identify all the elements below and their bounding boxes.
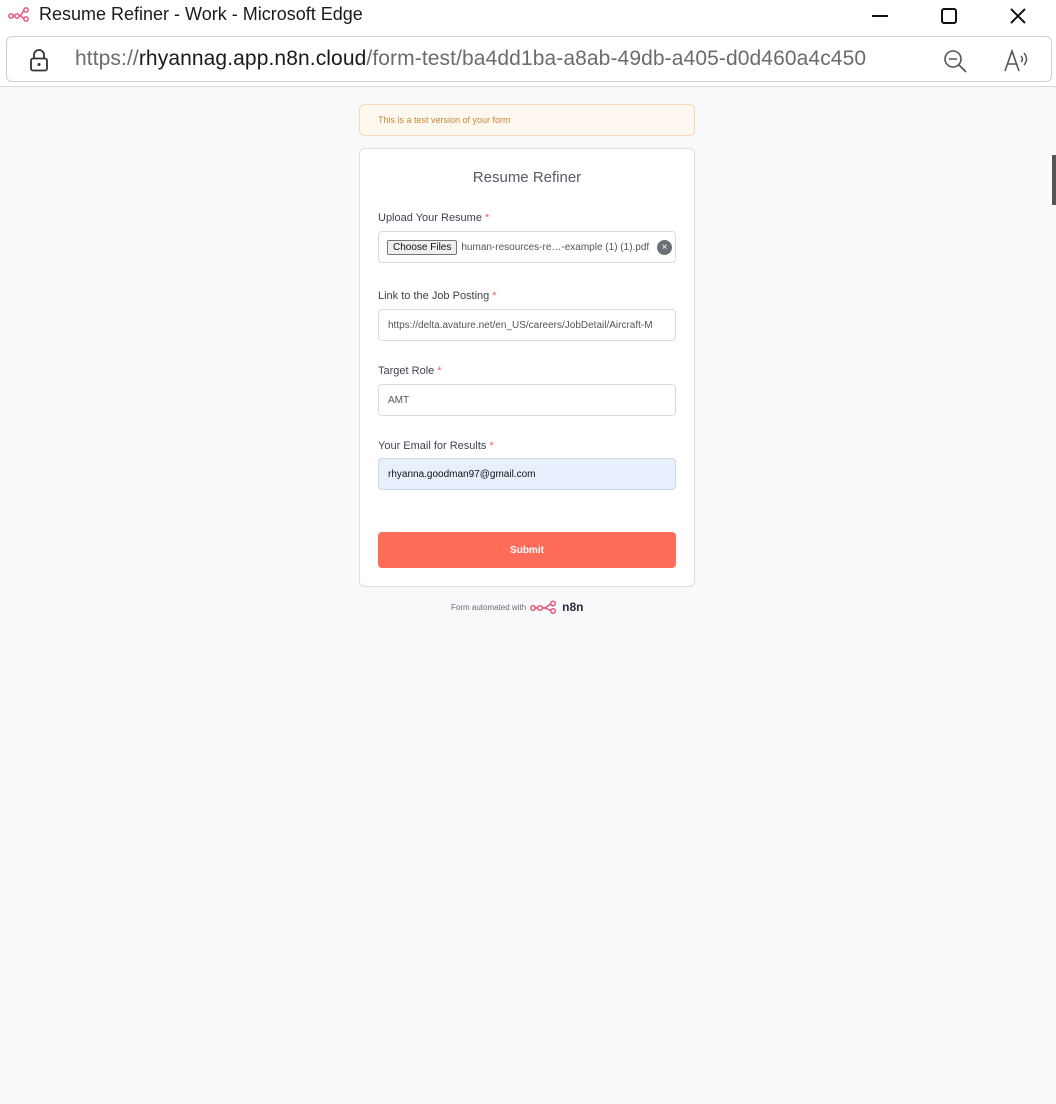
form-footer: Form automated with n8n <box>451 598 583 616</box>
form-title: Resume Refiner <box>472 169 582 186</box>
email-label-text: Your Email for Results <box>378 440 487 452</box>
address-bar: https://rhyannag.app.n8n.cloud/form-test… <box>0 32 1056 87</box>
read-aloud-icon[interactable] <box>1002 47 1030 75</box>
choose-files-button[interactable]: Choose Files <box>387 239 458 255</box>
maximize-button[interactable] <box>915 0 983 32</box>
clear-file-icon[interactable]: × <box>657 240 672 255</box>
email-label: Your Email for Results * <box>378 440 494 452</box>
url-host: rhyannag.app.n8n.cloud <box>138 47 367 70</box>
footer-text: Form automated with <box>451 602 527 612</box>
close-icon <box>1010 8 1026 24</box>
window-title-bar: Resume Refiner - Work - Microsoft Edge <box>0 0 1056 32</box>
required-mark: * <box>437 365 442 377</box>
job-posting-link-input[interactable]: https://delta.avature.net/en_US/careers/… <box>378 309 676 341</box>
window-title: Resume Refiner - Work - Microsoft Edge <box>39 4 363 24</box>
target-role-label: Target Role * <box>378 365 442 377</box>
scrollbar-thumb[interactable] <box>1052 155 1056 205</box>
footer-brand[interactable]: n8n <box>562 600 583 614</box>
upload-resume-label: Upload Your Resume * <box>378 212 489 224</box>
required-mark: * <box>484 212 490 224</box>
required-mark: * <box>492 290 497 302</box>
url-path: /form-test/ba4dd1ba-a8ab-49db-a405-d0d46… <box>366 47 867 70</box>
maximize-icon <box>941 8 957 24</box>
upload-resume-label-text: Upload Your Resume <box>378 212 482 224</box>
n8n-logo-icon <box>8 7 29 22</box>
resume-file-input[interactable]: Choose Files human-resources-re…-example… <box>378 231 676 263</box>
url-scheme: https:// <box>75 47 139 70</box>
page-content: This is a test version of your form Resu… <box>0 87 1056 1104</box>
minimize-button[interactable] <box>846 0 914 32</box>
job-posting-label: Link to the Job Posting * <box>378 290 497 302</box>
form-card: Resume Refiner Upload Your Resume * Choos… <box>359 148 695 587</box>
close-window-button[interactable] <box>984 0 1052 32</box>
test-version-banner: This is a test version of your form <box>359 104 695 136</box>
lock-icon[interactable] <box>28 48 50 72</box>
email-input[interactable]: rhyanna.goodman97@gmail.com <box>378 458 676 490</box>
n8n-logo-icon <box>530 600 557 614</box>
submit-button[interactable]: Submit <box>378 532 676 568</box>
selected-file-name: human-resources-re…-example (1) (1).pdf <box>461 241 650 253</box>
target-role-input[interactable]: AMT <box>378 384 676 416</box>
minimize-icon <box>872 15 888 17</box>
url-field[interactable]: https://rhyannag.app.n8n.cloud/form-test… <box>75 47 866 71</box>
target-role-label-text: Target Role <box>378 365 435 377</box>
required-mark: * <box>489 440 494 452</box>
job-posting-label-text: Link to the Job Posting <box>378 290 490 302</box>
zoom-out-icon[interactable] <box>942 48 968 74</box>
